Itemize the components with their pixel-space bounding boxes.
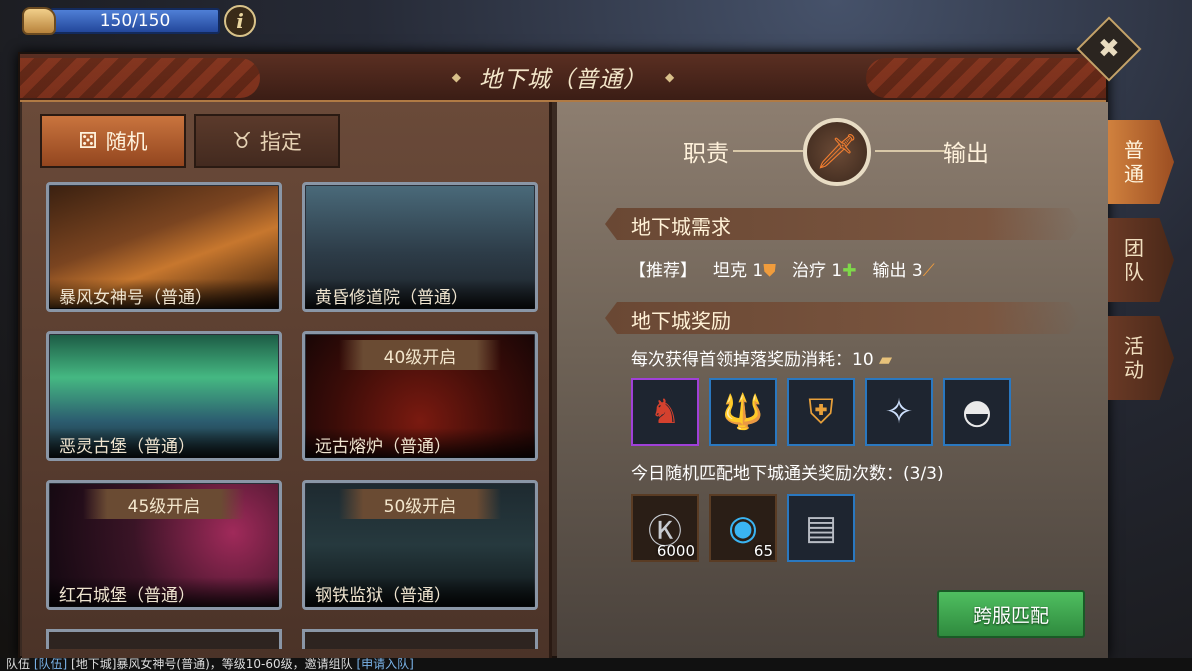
reward-item[interactable]: ◓ (943, 378, 1011, 446)
divider (733, 150, 803, 152)
dice-icon: ⚄ (78, 128, 98, 154)
item-quantity: 6000 (656, 542, 695, 560)
tab-team[interactable]: 团队 (1108, 218, 1174, 302)
dungeon-card[interactable]: 暴风女神号（普通） (46, 182, 282, 312)
info-icon[interactable]: i (224, 5, 256, 37)
dungeon-card[interactable]: 50级开启 钢铁监狱（普通） (302, 480, 538, 610)
armor-icon: ⛨ (808, 392, 834, 432)
reward-cost-text: 每次获得首领掉落奖励消耗：10 ▰ (631, 350, 893, 370)
requirements-heading: 地下城需求 (605, 208, 1081, 240)
shield-icon: ⛊ (763, 261, 776, 281)
requirements-row: 【推荐】 坦克 1⛊ 治疗 1✚ 输出 3⟋ (629, 256, 935, 281)
dungeon-name: 恶灵古堡（普通） (49, 428, 279, 458)
dungeon-name: 远古熔炉（普通） (305, 428, 535, 458)
chat-message: [地下城]暴风女神号(普通)，等级10-60级，邀请组队 (71, 658, 353, 671)
tab-event[interactable]: 活动 (1108, 316, 1174, 400)
dungeon-name: 暴风女神号（普通） (49, 279, 279, 309)
close-icon: ✖ (1098, 33, 1120, 64)
role-selector: 职责 🗡 输出 (557, 118, 1108, 186)
mode-tabs: ⚄ 随机 ♉ 指定 (40, 114, 340, 168)
reward-item[interactable]: ♞ (631, 378, 699, 446)
chat-channel: 队伍 (6, 658, 31, 671)
dungeon-panel: ◆ 地下城（普通） ◆ ⚄ 随机 ♉ 指定 暴风女神号（普通） 黄昏修道院（普通… (18, 52, 1108, 658)
dungeon-card[interactable]: 45级开启 红石城堡（普通） (46, 480, 282, 610)
chat-join-link[interactable]: [申请入队] (356, 658, 413, 671)
cross-server-match-button[interactable]: 跨服匹配 (937, 590, 1085, 638)
recommend-label: 【推荐】 (629, 261, 697, 281)
bread-icon (22, 7, 56, 35)
dungeon-detail-pane: 职责 🗡 输出 地下城需求 【推荐】 坦克 1⛊ 治疗 1✚ 输出 3⟋ 地下城… (557, 102, 1108, 658)
dungeon-card-partial[interactable] (302, 629, 538, 649)
dps-count: 输出 3⟋ (872, 261, 935, 281)
trident-icon: 🔱 (721, 392, 765, 432)
level-lock-badge: 45级开启 (83, 489, 245, 519)
bread-icon: ▰ (873, 350, 893, 370)
dungeon-card[interactable]: 恶灵古堡（普通） (46, 331, 282, 461)
dungeon-card-partial[interactable] (46, 629, 282, 649)
plus-icon: ✚ (842, 261, 857, 281)
level-lock-badge: 50级开启 (339, 489, 501, 519)
level-lock-badge: 40级开启 (339, 340, 501, 370)
game-screen: 150/150 i ◆ 地下城（普通） ◆ ⚄ 随机 ♉ 指定 暴风女神号（普通… (0, 0, 1192, 671)
bull-skull-icon: ♉ (232, 128, 252, 154)
role-label: 职责 (683, 141, 729, 167)
tab-random[interactable]: ⚄ 随机 (40, 114, 186, 168)
dungeon-name: 钢铁监狱（普通） (305, 577, 535, 607)
cloth-icon: ▤ (804, 508, 838, 548)
sword-icon: ⟋ (922, 261, 935, 281)
dungeon-card[interactable]: 40级开启 远古熔炉（普通） (302, 331, 538, 461)
item-quantity: 65 (753, 542, 773, 560)
tab-specify-label: 指定 (259, 130, 302, 154)
role-button[interactable]: 🗡 (803, 118, 871, 186)
panel-title: 地下城（普通） (479, 67, 647, 93)
title-ornament-right (866, 58, 1106, 98)
diamond-ornament-icon: ◆ (665, 70, 675, 84)
diamond-ornament-icon: ◆ (451, 70, 461, 84)
title-ornament-left (20, 58, 260, 98)
role-value: 输出 (943, 141, 989, 167)
side-tabs: 普通 团队 活动 (1108, 120, 1174, 400)
tab-specify[interactable]: ♉ 指定 (194, 114, 340, 168)
wisp-icon: ✧ (884, 392, 914, 432)
chat-tag: [队伍] (33, 658, 68, 671)
horse-mount-icon: ♞ (649, 392, 681, 432)
dungeon-card[interactable]: 黄昏修道院（普通） (302, 182, 538, 312)
divider (875, 150, 945, 152)
reward-item[interactable]: ✧ (865, 378, 933, 446)
dungeon-name: 红石城堡（普通） (49, 577, 279, 607)
heal-count: 治疗 1✚ (791, 261, 857, 281)
reward-item[interactable]: ▤ (787, 494, 855, 562)
tab-normal[interactable]: 普通 (1108, 120, 1174, 204)
reward-item[interactable]: ⛨ (787, 378, 855, 446)
tab-random-label: 随机 (105, 130, 148, 154)
daily-reward-text: 今日随机匹配地下城通关奖励次数：(3/3) (631, 464, 944, 484)
dungeon-name: 黄昏修道院（普通） (305, 279, 535, 309)
title-bar: ◆ 地下城（普通） ◆ (20, 54, 1106, 102)
reward-item[interactable]: 🔱 (709, 378, 777, 446)
energy-counter: 150/150 (50, 8, 220, 34)
reward-item[interactable]: Ⓚ 6000 (631, 494, 699, 562)
dungeon-list-pane: ⚄ 随机 ♉ 指定 暴风女神号（普通） 黄昏修道院（普通） 恶灵古堡（普通） 4… (22, 102, 552, 658)
powder-bowl-icon: ◓ (962, 392, 992, 432)
rewards-heading: 地下城奖励 (605, 302, 1081, 334)
tank-count: 坦克 1⛊ (713, 261, 776, 281)
reward-item[interactable]: ◉ 65 (709, 494, 777, 562)
sword-icon: 🗡 (815, 132, 859, 172)
daily-reward-items: Ⓚ 6000 ◉ 65 ▤ (631, 494, 855, 562)
resource-bar: 150/150 i (22, 4, 256, 38)
chat-ticker[interactable]: 队伍 [队伍] [地下城]暴风女神号(普通)，等级10-60级，邀请组队 [申请… (0, 658, 1192, 671)
reward-items: ♞ 🔱 ⛨ ✧ ◓ (631, 378, 1011, 446)
